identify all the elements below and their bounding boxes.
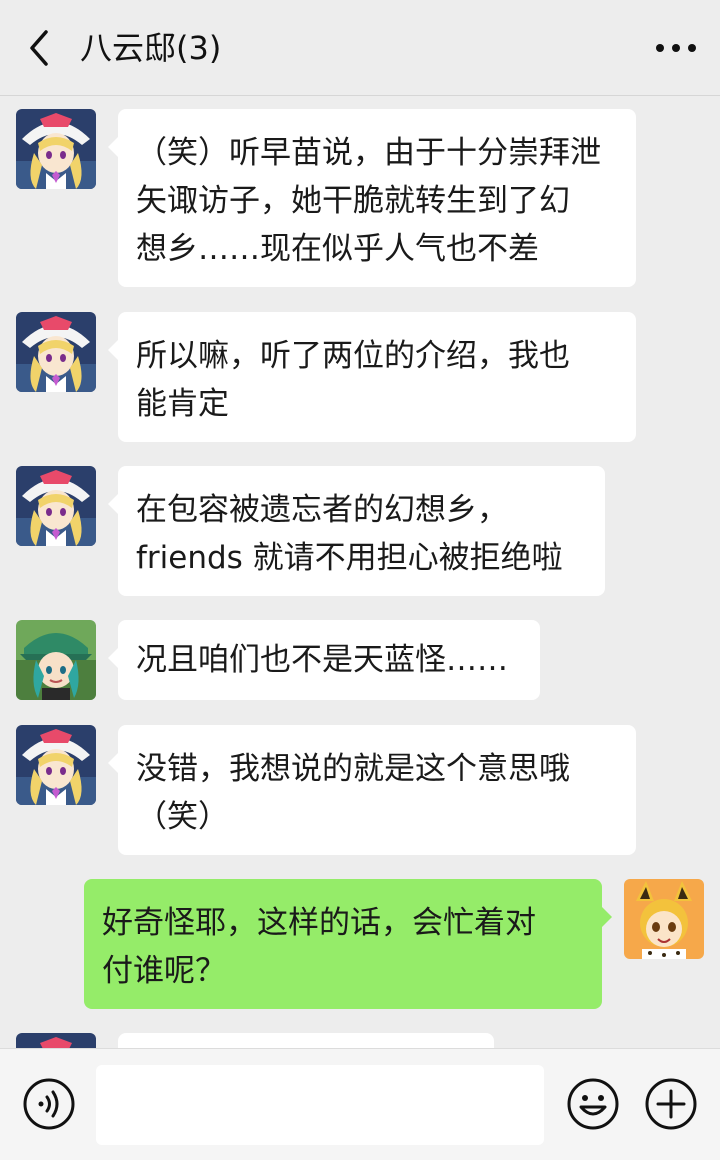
message-input[interactable] [96, 1065, 544, 1145]
message-bubble[interactable]: 没错，我想说的就是这个意思哦 （笑） [108, 725, 636, 855]
more-dots-icon[interactable] [654, 30, 698, 66]
avatar[interactable] [16, 1033, 96, 1048]
message-bubble[interactable]: 所以嘛，听了两位的介绍，我也 能肯定 [108, 312, 636, 442]
avatar[interactable] [16, 312, 96, 392]
message-bubble[interactable]: 在包容被遗忘者的幻想乡， friends 就请不用担心被拒绝啦 [108, 466, 605, 596]
plus-icon[interactable] [644, 1077, 698, 1131]
message-bubble[interactable] [118, 1033, 494, 1048]
avatar[interactable] [16, 725, 96, 805]
message-list[interactable]: （笑）听早苗说，由于十分崇拜泄 矢诹访子，她干脆就转生到了幻 想乡……现在似乎人… [0, 96, 720, 1048]
message-bubble[interactable]: （笑）听早苗说，由于十分崇拜泄 矢诹访子，她干脆就转生到了幻 想乡……现在似乎人… [108, 109, 636, 287]
avatar[interactable] [16, 466, 96, 546]
chat-header: 八云邸(3) [0, 0, 720, 96]
input-toolbar [0, 1048, 720, 1160]
message-bubble-self[interactable]: 好奇怪耶，这样的话，会忙着对 付谁呢？ [84, 879, 612, 1009]
avatar[interactable] [16, 620, 96, 700]
voice-icon[interactable] [22, 1077, 76, 1131]
emoji-icon[interactable] [566, 1077, 620, 1131]
avatar-self[interactable] [624, 879, 704, 959]
chat-title: 八云邸(3) [80, 29, 222, 67]
chevron-left-icon[interactable] [22, 28, 58, 68]
message-bubble[interactable]: 况且咱们也不是天蓝怪…… [108, 620, 540, 700]
avatar[interactable] [16, 109, 96, 189]
